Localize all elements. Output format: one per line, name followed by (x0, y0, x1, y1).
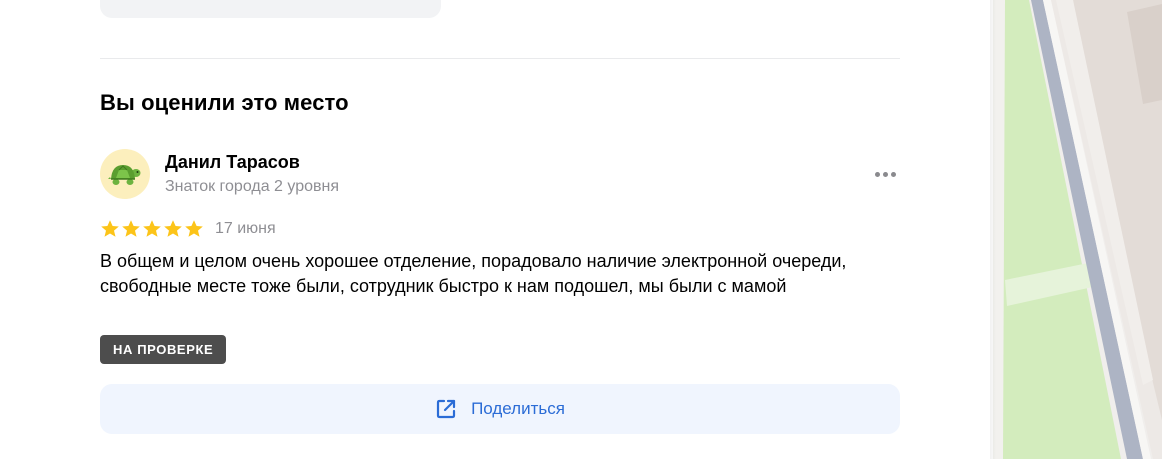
map-view[interactable] (993, 0, 1162, 459)
previous-card (100, 0, 441, 18)
map-tiles (993, 0, 1162, 459)
star-icon (185, 220, 203, 237)
place-panel: Вы оценили это место Данил Тарасов Знато… (0, 0, 993, 459)
turtle-icon (108, 165, 141, 185)
rating-stars (100, 219, 204, 239)
share-external-icon (436, 399, 456, 419)
more-dot (890, 171, 896, 177)
section-divider (100, 58, 900, 59)
star-icon (143, 220, 161, 237)
star-icon (164, 220, 182, 237)
more-dots-icon (874, 171, 880, 177)
more-options-button[interactable] (866, 160, 904, 188)
more-dot (882, 171, 888, 177)
author-level: Знаток города 2 уровня (165, 178, 340, 195)
review-date: 17 июня (215, 220, 276, 237)
author-name[interactable]: Данил Тарасов (165, 151, 300, 173)
author-avatar[interactable] (100, 149, 150, 199)
section-title: Вы оценили это место (100, 90, 349, 115)
status-badge: НА ПРОВЕРКЕ (100, 335, 227, 364)
share-label: Поделиться (471, 399, 565, 418)
share-button[interactable]: Поделиться (100, 384, 900, 434)
panel-shadow (990, 0, 996, 459)
review-text: В общем и целом очень хорошее отделение,… (100, 251, 847, 296)
star-icon (101, 220, 119, 237)
star-icon (122, 220, 140, 237)
